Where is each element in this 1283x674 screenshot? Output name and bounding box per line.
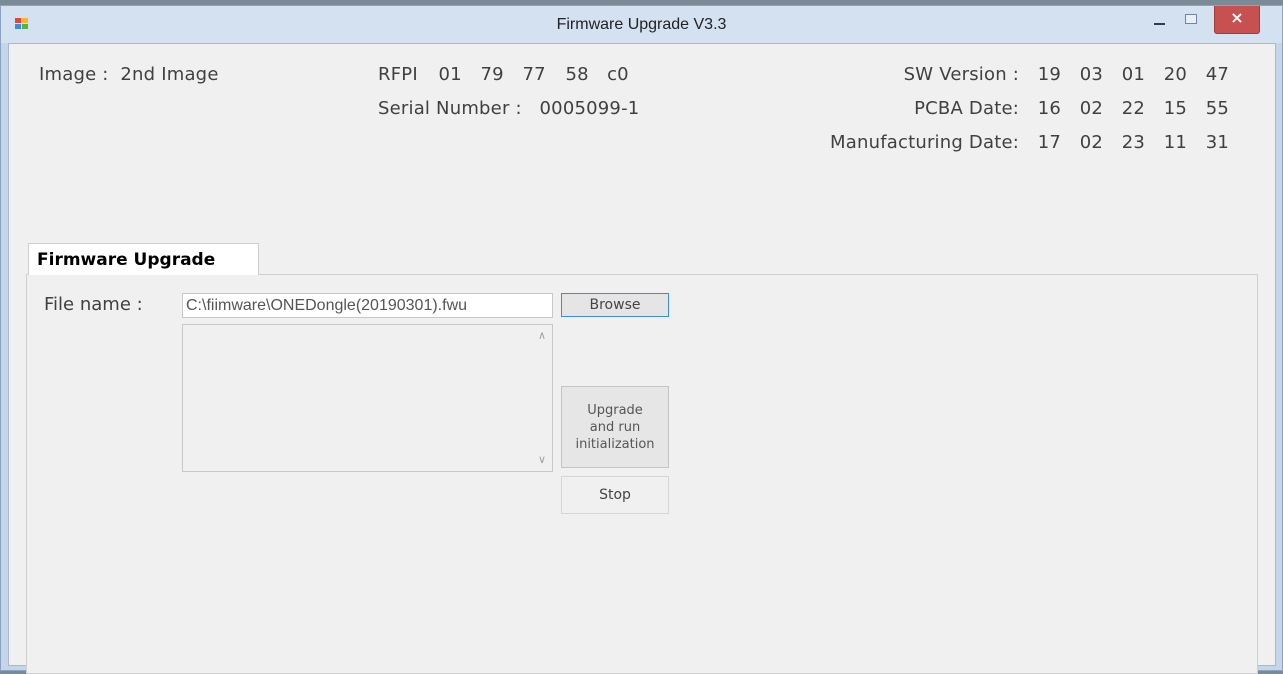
sw-version-value: 47 <box>1205 64 1229 85</box>
window-title: Firmware Upgrade V3.3 <box>556 16 727 33</box>
upgrade-button-label: initialization <box>575 436 655 452</box>
close-icon[interactable]: × <box>1214 6 1260 34</box>
rfpi-value: 77 <box>522 64 546 85</box>
image-info: Image : 2nd Image <box>39 64 219 85</box>
serial-label: Serial Number : <box>378 98 522 119</box>
maximize-icon[interactable] <box>1177 6 1205 32</box>
image-label: Image : <box>39 64 109 85</box>
pcba-date-value: 55 <box>1205 98 1229 119</box>
upgrade-and-run-initialization-button[interactable]: Upgrade and run initialization <box>561 386 669 468</box>
manufacturing-date-value: 31 <box>1205 132 1229 153</box>
manufacturing-date-value: 02 <box>1079 132 1103 153</box>
browse-button[interactable]: Browse <box>561 293 669 317</box>
sw-version-label: SW Version : <box>903 64 1019 85</box>
chevron-up-icon[interactable]: ∧ <box>537 330 547 341</box>
pcba-date-value: 16 <box>1037 98 1061 119</box>
manufacturing-date-value: 17 <box>1037 132 1061 153</box>
file-name-label: File name : <box>44 294 143 315</box>
rfpi-value: 58 <box>565 64 589 85</box>
sw-version-value: 03 <box>1079 64 1103 85</box>
image-value: 2nd Image <box>120 64 219 85</box>
pcba-date-value: 02 <box>1079 98 1103 119</box>
pcba-date-value: 22 <box>1121 98 1145 119</box>
sw-version-value: 19 <box>1037 64 1061 85</box>
sw-version-value: 01 <box>1121 64 1145 85</box>
rfpi-value: c0 <box>607 64 629 85</box>
client-area: Image : 2nd Image RFPI 01 79 77 58 c0 Serial … <box>8 43 1276 674</box>
upgrade-button-label: and run <box>589 419 641 435</box>
manufacturing-date-info: Manufacturing Date: 17 02 23 11 31 <box>830 132 1229 153</box>
log-textarea[interactable]: ∧ ∨ <box>182 324 553 472</box>
manufacturing-date-value: 23 <box>1121 132 1145 153</box>
app-window: Firmware Upgrade V3.3 × Image : 2nd Imag… <box>0 5 1283 674</box>
serial-info: Serial Number : 0005099-1 <box>378 98 639 119</box>
rfpi-value: 01 <box>438 64 462 85</box>
pcba-date-info: PCBA Date: 16 02 22 15 55 <box>914 98 1229 119</box>
pcba-date-value: 15 <box>1163 98 1187 119</box>
manufacturing-date-value: 11 <box>1163 132 1187 153</box>
file-name-input[interactable]: C:\fiimware\ONEDongle(20190301).fwu <box>182 293 553 318</box>
title-bar[interactable]: Firmware Upgrade V3.3 × <box>1 6 1282 43</box>
sw-version-info: SW Version : 19 03 01 20 47 <box>904 64 1229 85</box>
stop-button[interactable]: Stop <box>561 476 669 514</box>
rfpi-label: RFPI <box>378 64 418 85</box>
sw-version-value: 20 <box>1163 64 1187 85</box>
rfpi-info: RFPI 01 79 77 58 c0 <box>378 64 629 85</box>
rfpi-value: 79 <box>480 64 504 85</box>
chevron-down-icon[interactable]: ∨ <box>537 454 547 465</box>
minimize-icon[interactable] <box>1146 6 1174 32</box>
manufacturing-date-label: Manufacturing Date: <box>830 132 1019 153</box>
pcba-date-label: PCBA Date: <box>914 98 1019 119</box>
serial-value: 0005099-1 <box>539 98 640 119</box>
upgrade-button-label: Upgrade <box>587 402 643 418</box>
tab-firmware-upgrade[interactable]: Firmware Upgrade <box>28 243 259 275</box>
